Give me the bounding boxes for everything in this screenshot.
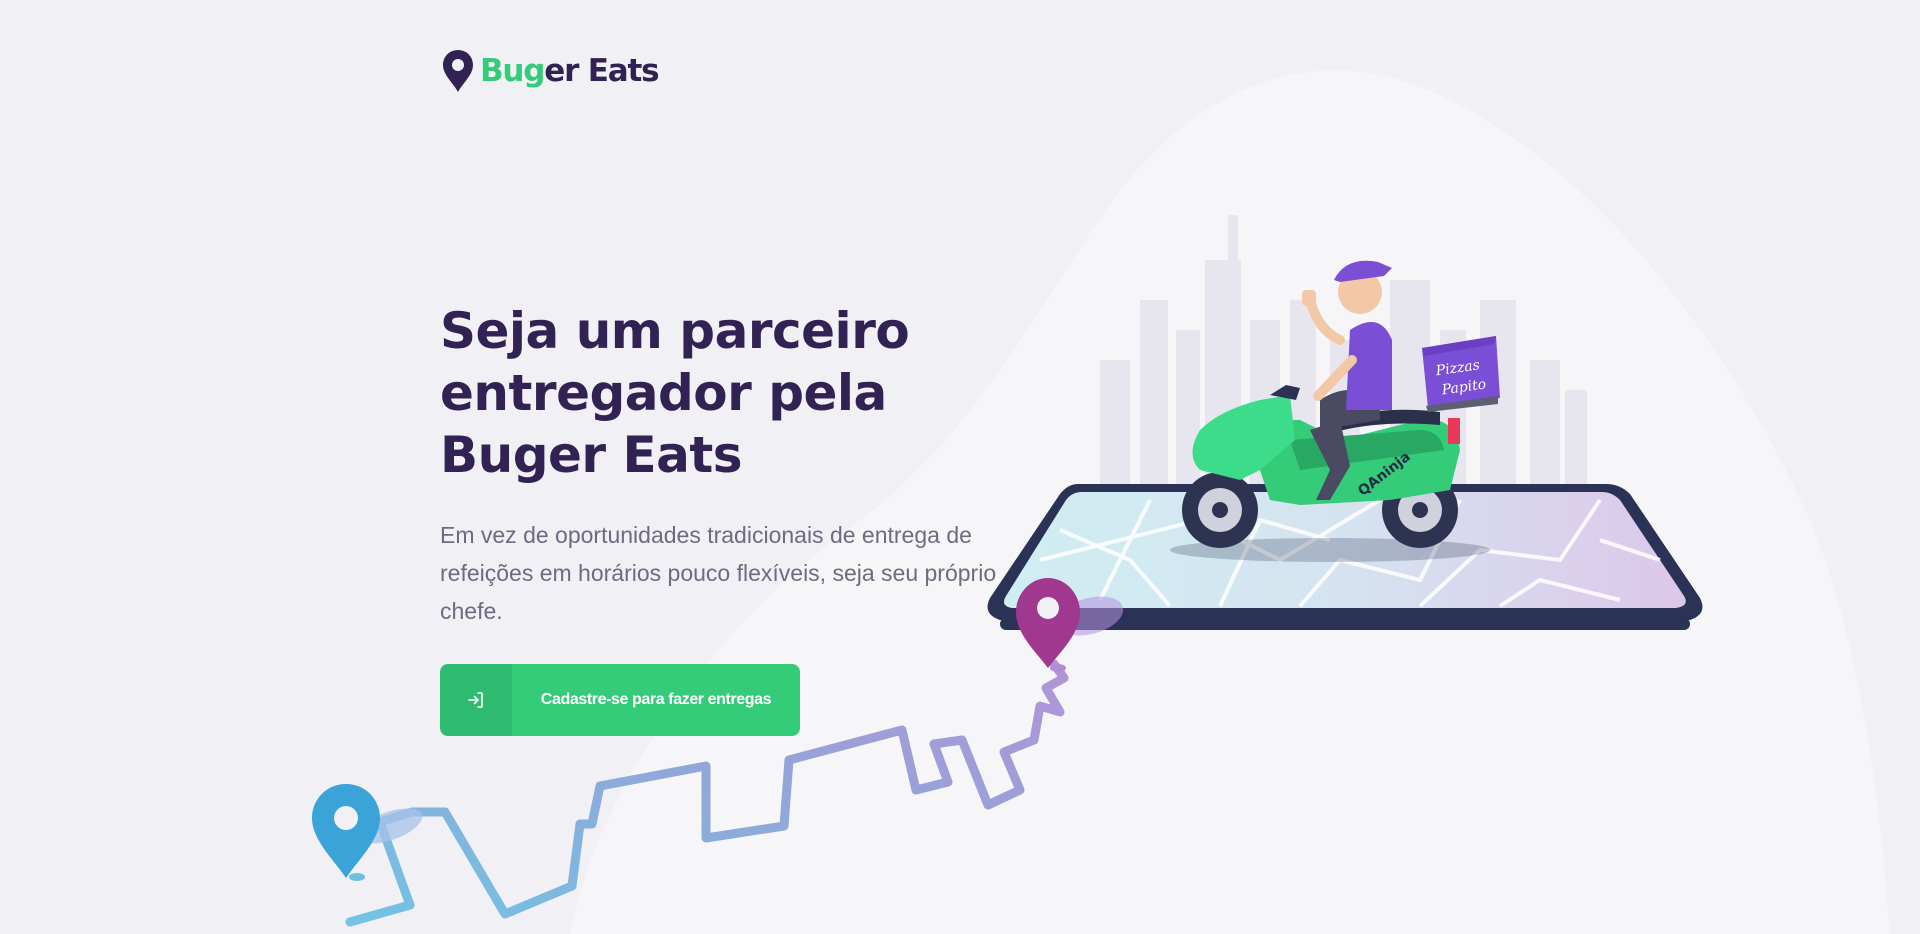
hero-title: Seja um parceiro entregador pela Buger E… bbox=[440, 302, 910, 484]
sign-in-icon bbox=[440, 664, 512, 736]
hero-description: Em vez de oportunidades tradicionais de … bbox=[440, 522, 997, 624]
location-pin-icon bbox=[443, 50, 473, 92]
brand-logo[interactable]: Buger Eats bbox=[440, 48, 660, 94]
cta-label: Cadastre-se para fazer entregas bbox=[540, 691, 772, 708]
brand-name: Buger Eats bbox=[480, 53, 660, 89]
hero-section: Seja um parceiro entregador pela Buger E… bbox=[440, 300, 1020, 630]
register-delivery-button[interactable]: Cadastre-se para fazer entregas bbox=[440, 664, 800, 736]
